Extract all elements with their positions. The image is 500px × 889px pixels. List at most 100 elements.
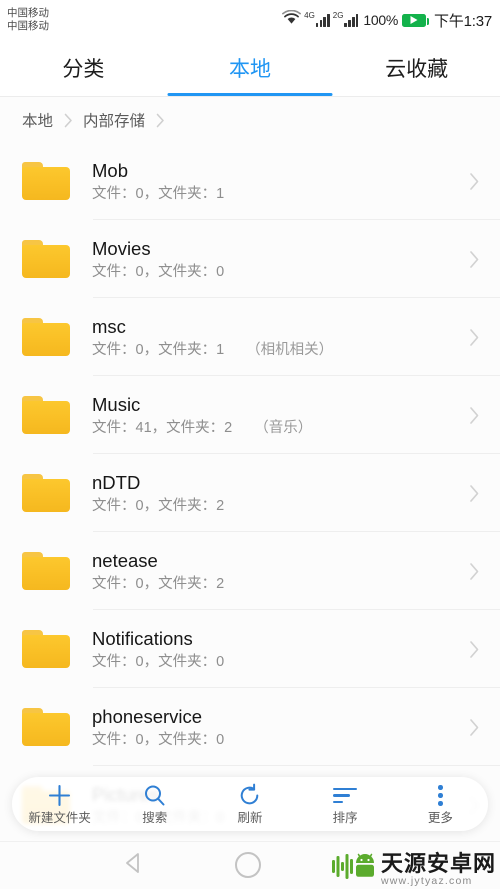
folder-icon [22,240,70,278]
folder-icon [22,708,70,746]
clock: 下午1:37 [434,12,492,30]
folder-icon [22,630,70,668]
chevron-right-icon[interactable] [469,484,480,503]
folder-icon [22,318,70,356]
table-row[interactable]: msc 文件：0，文件夹：1 （相机相关） [0,298,500,376]
row-text: phoneservice 文件：0，文件夹：0 [92,706,469,749]
signal-bars-2 [344,13,359,27]
row-text: Movies 文件：0，文件夹：0 [92,238,469,281]
tab-bar: 分类 本地 云收藏 [0,40,500,96]
signal-2: 2G [332,10,359,27]
folder-counts: 文件：0，文件夹：0 [92,731,225,748]
tab-local[interactable]: 本地 [167,40,334,96]
network-type-1: 4G [304,10,315,20]
new-folder-label: 新建文件夹 [28,811,91,825]
breadcrumb: 本地 内部存储 [0,97,500,142]
folder-meta: 文件：0，文件夹：0 [92,263,469,281]
refresh-icon [237,783,262,808]
sort-label: 排序 [332,811,358,825]
folder-counts: 文件：0，文件夹：0 [92,263,225,280]
table-row[interactable]: Movies 文件：0，文件夹：0 [0,220,500,298]
chevron-right-icon[interactable] [469,406,480,425]
tab-categories[interactable]: 分类 [0,40,167,96]
chevron-right-icon[interactable] [469,718,480,737]
folder-name: phoneservice [92,705,203,727]
signal-1: 4G [304,10,330,27]
battery-icon [402,13,429,27]
folder-name: netease [92,549,158,571]
chevron-right-icon[interactable] [469,172,480,191]
network-type-2: 2G [332,10,344,20]
refresh-button[interactable]: 刷新 [203,783,297,825]
folder-icon [22,162,70,200]
table-row[interactable]: Notifications 文件：0，文件夹：0 [0,610,500,688]
row-text: msc 文件：0，文件夹：1 （相机相关） [92,316,469,359]
breadcrumb-item-local[interactable]: 本地 [22,109,53,131]
folder-name: msc [92,315,126,337]
folder-note: （相机相关） [246,341,334,358]
android-logo-icon [331,852,376,887]
folder-meta: 文件：41，文件夹：2 （音乐） [92,419,469,437]
watermark-title: 天源安卓网 [380,850,496,876]
table-row[interactable]: phoneservice 文件：0，文件夹：0 [0,688,500,766]
file-list[interactable]: Mob 文件：0，文件夹：1 Movies 文件：0，文件夹：0 msc 文件：… [0,142,500,844]
search-button[interactable]: 搜索 [108,783,202,825]
folder-counts: 文件：0，文件夹：2 [92,497,225,514]
watermark-text: 天源安卓网 www.jytyaz.com [380,850,496,887]
chevron-right-icon[interactable] [469,328,480,347]
sort-icon [333,783,358,808]
search-icon [142,783,167,808]
folder-counts: 文件：0，文件夹：1 [92,185,225,202]
navbar-divider [0,841,500,842]
table-row[interactable]: netease 文件：0，文件夹：2 [0,532,500,610]
folder-meta: 文件：0，文件夹：1 [92,185,469,203]
status-bar: 中国移动 中国移动 4G 2G 100% 下午1:37 [0,0,500,40]
home-icon[interactable] [235,852,261,878]
site-watermark: 天源安卓网 www.jytyaz.com [331,850,496,887]
folder-meta: 文件：0，文件夹：0 [92,731,469,749]
row-text: nDTD 文件：0，文件夹：2 [92,472,469,515]
signal-bars-1 [315,13,330,27]
folder-counts: 文件：0，文件夹：1 [92,341,225,358]
table-row[interactable]: Music 文件：41，文件夹：2 （音乐） [0,376,500,454]
new-folder-button[interactable]: 新建文件夹 [13,783,107,825]
phone-screen: 中国移动 中国移动 4G 2G 100% 下午1:37 分类 本地 云收藏 本地… [0,0,500,889]
search-label: 搜索 [142,811,168,825]
row-text: netease 文件：0，文件夹：2 [92,550,469,593]
chevron-right-icon[interactable] [469,640,480,659]
folder-counts: 文件：0，文件夹：2 [92,575,225,592]
folder-counts: 文件：0，文件夹：0 [92,653,225,670]
folder-meta: 文件：0，文件夹：2 [92,575,469,593]
tab-cloud-favorites[interactable]: 云收藏 [333,40,500,96]
table-row[interactable]: nDTD 文件：0，文件夹：2 [0,454,500,532]
more-label: 更多 [427,811,453,825]
more-button[interactable]: 更多 [393,783,487,825]
row-text: Music 文件：41，文件夹：2 （音乐） [92,394,469,437]
watermark-url: www.jytyaz.com [380,874,473,887]
folder-counts: 文件：41，文件夹：2 [92,419,233,436]
back-icon[interactable] [122,851,146,880]
folder-meta: 文件：0，文件夹：2 [92,497,469,515]
plus-icon [47,783,72,808]
chevron-right-icon-2 [145,111,175,128]
breadcrumb-item-internal-storage[interactable]: 内部存储 [83,109,145,131]
navigation-bar: 天源安卓网 www.jytyaz.com [0,841,500,889]
table-row[interactable]: Mob 文件：0，文件夹：1 [0,142,500,220]
folder-name: nDTD [92,471,141,493]
carrier-line-2: 中国移动 [7,20,49,32]
battery-percent: 100% [363,12,398,28]
sort-button[interactable]: 排序 [298,783,392,825]
folder-name: Mob [92,159,128,181]
row-text: Mob 文件：0，文件夹：1 [92,160,469,203]
folder-name: Movies [92,237,151,259]
folder-icon [22,552,70,590]
carrier-line-1: 中国移动 [7,7,49,19]
chevron-right-icon[interactable] [469,250,480,269]
folder-meta: 文件：0，文件夹：0 [92,653,469,671]
wifi-icon [282,9,302,30]
status-indicators: 4G 2G 100% 下午1:37 [282,9,492,31]
folder-name: Music [92,393,141,415]
chevron-right-icon[interactable] [469,562,480,581]
carrier-label: 中国移动 中国移动 [7,7,49,33]
folder-note: （音乐） [254,419,313,436]
